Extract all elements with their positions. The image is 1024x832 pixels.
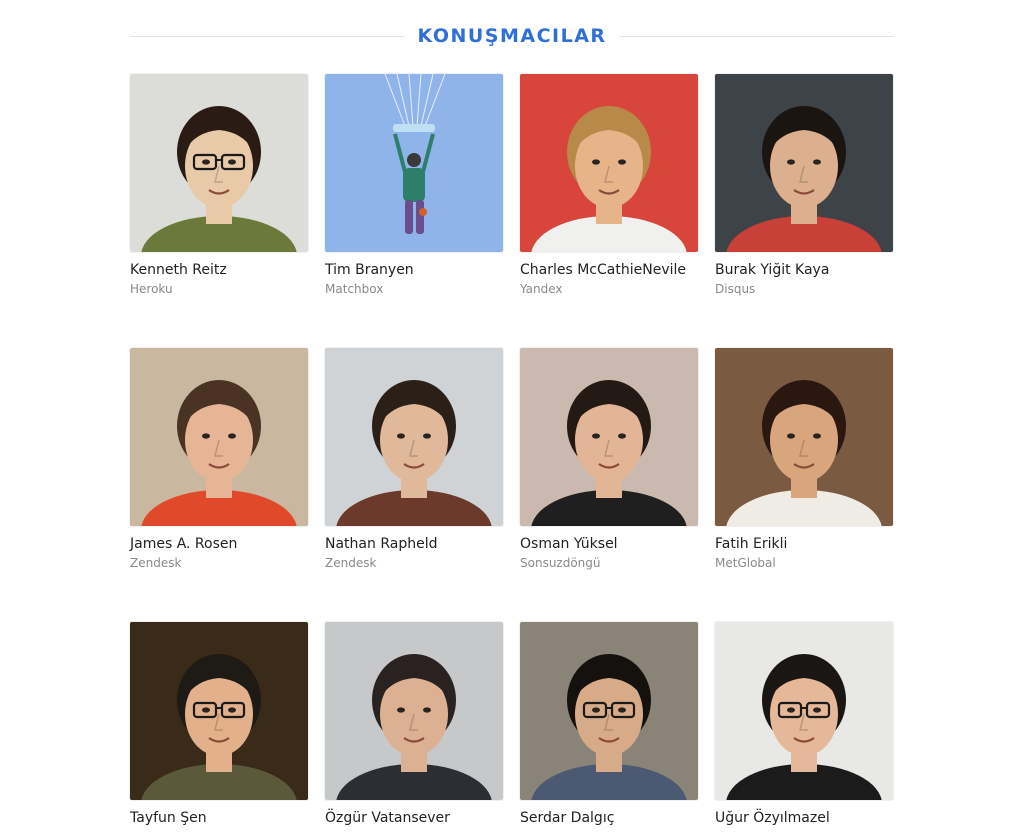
speaker-photo[interactable] xyxy=(130,622,308,800)
speaker-company: Heroku xyxy=(130,282,173,296)
speaker-company: Disqus xyxy=(715,282,756,296)
speaker-name[interactable]: Özgür Vatansever xyxy=(325,810,450,826)
speaker-company: Zendesk xyxy=(130,556,182,570)
speaker-card[interactable]: Tim Branyen Matchbox xyxy=(325,74,503,296)
section-title: KONUŞMACILAR xyxy=(417,25,607,47)
speaker-photo[interactable] xyxy=(520,622,698,800)
speaker-photo[interactable] xyxy=(130,348,308,526)
speaker-company: Sonsuzdöngü xyxy=(520,556,601,570)
speaker-company: MetGlobal xyxy=(715,556,776,570)
speaker-card[interactable]: Uğur Özyılmazel xyxy=(715,622,893,826)
speaker-photo[interactable] xyxy=(325,622,503,800)
speaker-photo[interactable] xyxy=(715,622,893,800)
portrait-icon xyxy=(130,74,308,252)
speaker-name[interactable]: Tayfun Şen xyxy=(130,810,207,826)
speaker-photo[interactable] xyxy=(520,348,698,526)
portrait-icon xyxy=(130,622,308,800)
portrait-icon xyxy=(325,622,503,800)
speaker-photo[interactable] xyxy=(130,74,308,252)
speaker-name[interactable]: Osman Yüksel xyxy=(520,536,618,552)
speaker-name[interactable]: Kenneth Reitz xyxy=(130,262,227,278)
portrait-icon xyxy=(325,348,503,526)
speaker-name[interactable]: James A. Rosen xyxy=(130,536,237,552)
speaker-photo[interactable] xyxy=(715,74,893,252)
speaker-card[interactable]: Osman Yüksel Sonsuzdöngü xyxy=(520,348,698,570)
portrait-icon xyxy=(715,622,893,800)
speaker-card[interactable]: Charles McCathieNevile Yandex xyxy=(520,74,698,296)
speaker-photo[interactable] xyxy=(325,348,503,526)
speaker-name[interactable]: Uğur Özyılmazel xyxy=(715,810,830,826)
speaker-photo[interactable] xyxy=(715,348,893,526)
section-header: KONUŞMACILAR xyxy=(130,20,895,52)
speaker-card[interactable]: Nathan Rapheld Zendesk xyxy=(325,348,503,570)
portrait-icon xyxy=(715,74,893,252)
speakers-grid: Kenneth Reitz Heroku Tim Branyen Matchbox Ch… xyxy=(130,74,894,826)
header-rule-right xyxy=(618,35,895,37)
speaker-name[interactable]: Tim Branyen xyxy=(325,262,414,278)
speaker-company: Yandex xyxy=(520,282,563,296)
speaker-name[interactable]: Charles McCathieNevile xyxy=(520,262,686,278)
speaker-photo[interactable] xyxy=(325,74,503,252)
speaker-card[interactable]: Serdar Dalgıç xyxy=(520,622,698,826)
portrait-icon xyxy=(715,348,893,526)
speakers-section: KONUŞMACILAR Kenneth Reitz Heroku Tim Bran… xyxy=(0,0,1024,832)
speaker-company: Zendesk xyxy=(325,556,377,570)
speaker-card[interactable]: Özgür Vatansever xyxy=(325,622,503,826)
speaker-name[interactable]: Serdar Dalgıç xyxy=(520,810,614,826)
speaker-card[interactable]: James A. Rosen Zendesk xyxy=(130,348,308,570)
speaker-card[interactable]: Kenneth Reitz Heroku xyxy=(130,74,308,296)
portrait-icon xyxy=(130,348,308,526)
speaker-card[interactable]: Tayfun Şen xyxy=(130,622,308,826)
speaker-company: Matchbox xyxy=(325,282,384,296)
portrait-icon xyxy=(520,74,698,252)
portrait-icon xyxy=(325,74,503,252)
speaker-card[interactable]: Burak Yiğit Kaya Disqus xyxy=(715,74,893,296)
speaker-card[interactable]: Fatih Erikli MetGlobal xyxy=(715,348,893,570)
speaker-name[interactable]: Fatih Erikli xyxy=(715,536,787,552)
header-rule-left xyxy=(130,35,406,37)
portrait-icon xyxy=(520,622,698,800)
portrait-icon xyxy=(520,348,698,526)
speaker-photo[interactable] xyxy=(520,74,698,252)
speaker-name[interactable]: Burak Yiğit Kaya xyxy=(715,262,829,278)
speaker-name[interactable]: Nathan Rapheld xyxy=(325,536,437,552)
